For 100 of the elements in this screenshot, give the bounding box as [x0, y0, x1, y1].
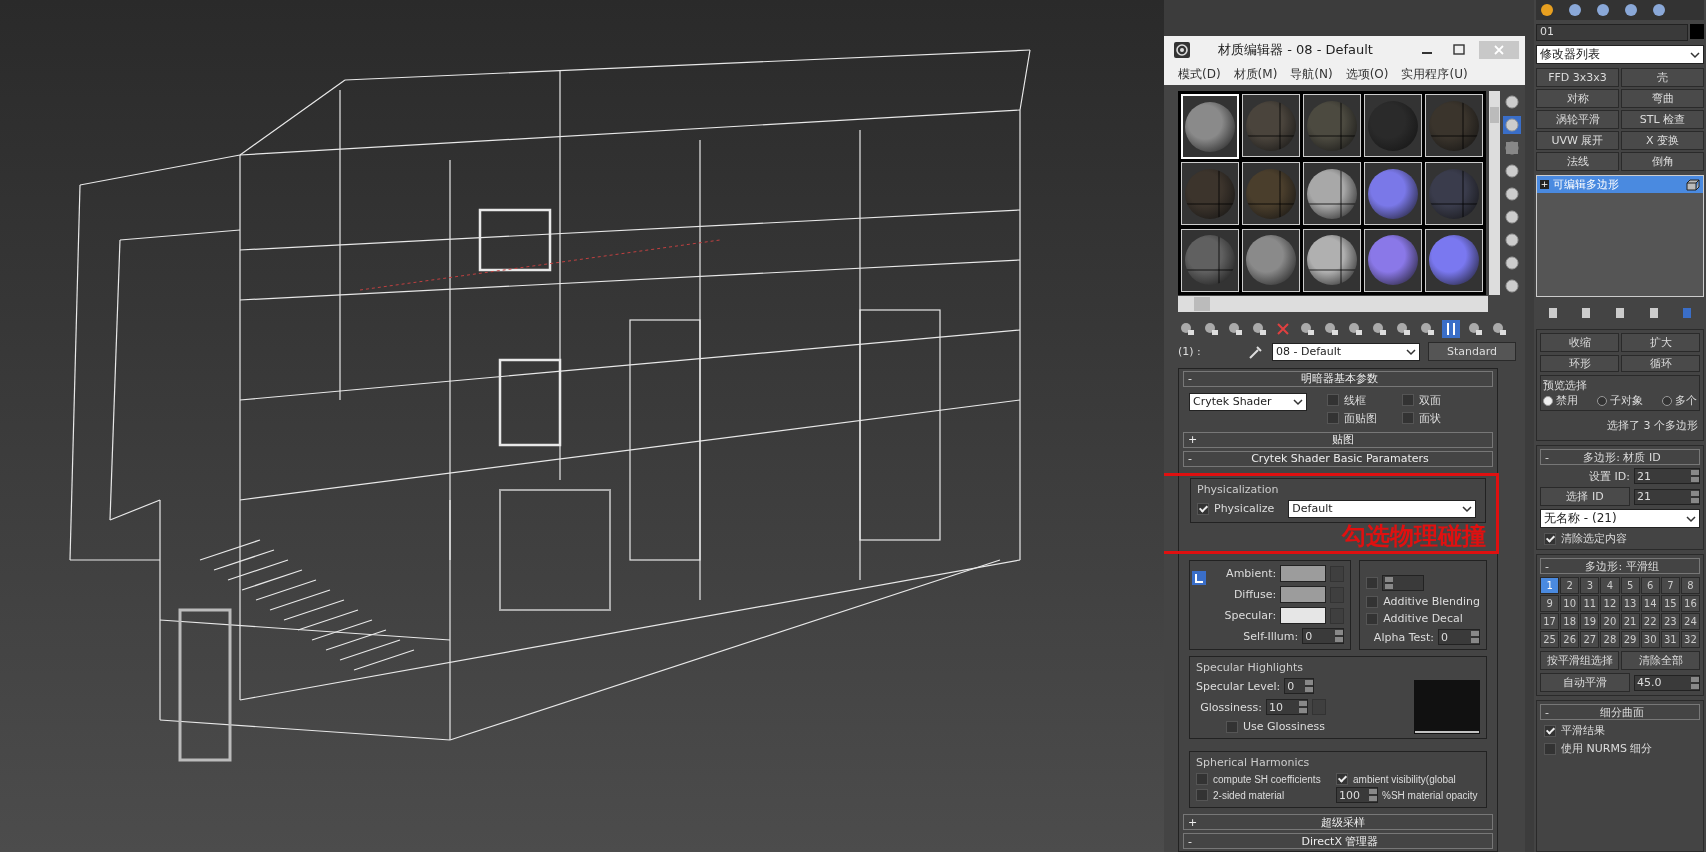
modifier-button[interactable]: 壳 [1621, 68, 1704, 87]
sample-tool-icon[interactable] [1503, 185, 1521, 203]
material-sample-slot[interactable] [1364, 162, 1422, 226]
color-swatch[interactable] [1280, 586, 1327, 603]
sample-tool-icon[interactable] [1503, 208, 1521, 226]
rollout-header[interactable]: - Crytek Shader Basic Paramaters [1183, 450, 1493, 467]
modifier-button[interactable]: 弯曲 [1621, 89, 1704, 108]
selection-button[interactable]: 环形 [1540, 355, 1619, 372]
material-type-button[interactable]: Standard [1428, 342, 1516, 362]
material-tool-icon[interactable] [1322, 320, 1340, 338]
material-tool-icon[interactable] [1346, 320, 1364, 338]
menu-item[interactable]: 实用程序(U) [1401, 65, 1468, 83]
object-name-field[interactable]: 01 [1536, 24, 1688, 41]
sample-tool-icon[interactable] [1503, 93, 1521, 111]
smoothing-group-button[interactable]: 5 [1620, 577, 1640, 594]
material-tool-icon[interactable] [1202, 320, 1220, 338]
modifier-button[interactable]: 法线 [1536, 152, 1619, 171]
selection-button[interactable]: 扩大 [1621, 333, 1700, 352]
sample-tool-icon[interactable] [1503, 231, 1521, 249]
modifier-button[interactable]: STL 检查 [1621, 110, 1704, 129]
sample-tool-icon[interactable] [1503, 139, 1521, 157]
smoothing-group-button[interactable]: 30 [1640, 631, 1660, 648]
modifier-button[interactable]: 倒角 [1621, 152, 1704, 171]
smoothing-group-button[interactable]: 12 [1600, 595, 1620, 612]
smoothing-group-button[interactable]: 26 [1560, 631, 1580, 648]
material-tool-icon[interactable] [1466, 320, 1484, 338]
material-sample-slot[interactable] [1364, 228, 1422, 292]
rollout-header[interactable]: - 多边形: 材质 ID [1540, 449, 1700, 465]
smoothing-group-button[interactable]: 14 [1640, 595, 1660, 612]
sample-tool-icon[interactable] [1503, 254, 1521, 272]
material-sample-slot[interactable] [1242, 162, 1300, 226]
material-sample-slot[interactable] [1181, 162, 1239, 226]
checkbox-option[interactable]: Additive Blending [1366, 595, 1480, 608]
sample-tool-icon[interactable] [1503, 277, 1521, 295]
smoothing-group-button[interactable]: 13 [1620, 595, 1640, 612]
menu-item[interactable]: 导航(N) [1290, 65, 1333, 83]
smoothing-group-button[interactable]: 16 [1680, 595, 1700, 612]
material-sample-slot[interactable] [1364, 94, 1422, 157]
smoothing-group-button[interactable]: 23 [1660, 613, 1680, 630]
smoothing-group-button[interactable]: 9 [1540, 595, 1560, 612]
modifier-button[interactable]: UVW 展开 [1536, 131, 1619, 150]
menu-item[interactable]: 材质(M) [1233, 65, 1278, 83]
sample-tool-icon[interactable] [1503, 162, 1521, 180]
maximize-icon[interactable] [1453, 43, 1465, 56]
sample-tool-icon[interactable] [1503, 116, 1521, 134]
smoothing-group-button[interactable]: 28 [1600, 631, 1620, 648]
material-tool-icon[interactable] [1298, 320, 1316, 338]
smoothing-group-button[interactable]: 32 [1680, 631, 1700, 648]
eyedropper-icon[interactable] [1248, 343, 1264, 360]
color-swatch[interactable] [1280, 607, 1327, 624]
material-tool-icon[interactable] [1442, 320, 1460, 338]
sh-opacity-spinner[interactable]: 100 [1336, 787, 1378, 803]
lock-icon[interactable] [1192, 571, 1206, 585]
selection-button[interactable]: 收缩 [1540, 333, 1619, 352]
material-sample-slot[interactable] [1303, 162, 1361, 226]
checkbox-option[interactable]: 使用 NURMS 细分 [1540, 741, 1700, 756]
material-tool-icon[interactable] [1250, 320, 1268, 338]
smoothing-group-button[interactable]: 20 [1600, 613, 1620, 630]
opacity-spinner[interactable] [1382, 575, 1425, 591]
clear-selection-checkbox[interactable]: 清除选定内容 [1540, 531, 1700, 546]
modifier-list-dropdown[interactable]: 修改器列表 [1536, 45, 1704, 64]
modifier-button[interactable]: X 变换 [1621, 131, 1704, 150]
caret-icon[interactable] [1462, 504, 1473, 513]
smoothing-group-button[interactable]: 24 [1680, 613, 1700, 630]
smoothing-group-button[interactable]: 18 [1560, 613, 1580, 630]
smoothing-group-button[interactable]: 11 [1580, 595, 1600, 612]
selection-button[interactable]: 循环 [1621, 355, 1700, 372]
self-illum-spinner[interactable]: 0 [1302, 628, 1345, 644]
material-sample-slot[interactable] [1303, 94, 1361, 157]
auto-smooth-button[interactable]: 自动平滑 [1540, 673, 1630, 692]
use-glossiness-checkbox[interactable]: Use Glossiness [1196, 720, 1326, 733]
select-id-button[interactable]: 选择 ID [1540, 487, 1630, 506]
material-sample-slot[interactable] [1181, 228, 1239, 292]
caret-icon[interactable] [1686, 514, 1696, 523]
caret-icon[interactable] [1406, 347, 1416, 356]
set-id-spinner[interactable]: 21 [1634, 468, 1700, 484]
physicalize-checkbox[interactable]: Physicalize [1197, 502, 1275, 516]
checkbox-option[interactable]: ambient visibility(global [1336, 773, 1480, 785]
physicalize-dropdown[interactable]: Default [1288, 499, 1477, 518]
select-id-spinner[interactable]: 21 [1634, 488, 1700, 505]
rollout-header[interactable]: - 细分曲面 [1540, 704, 1700, 720]
smoothing-button[interactable]: 清除全部 [1621, 651, 1700, 670]
smoothing-group-button[interactable]: 2 [1560, 577, 1580, 594]
rollout-header[interactable]: - 多边形: 平滑组 [1540, 558, 1700, 574]
smoothing-group-button[interactable]: 19 [1580, 613, 1600, 630]
material-name-dropdown[interactable]: 08 - Default [1272, 342, 1420, 361]
smoothing-group-button[interactable]: 17 [1540, 613, 1560, 630]
shader-dropdown[interactable]: Crytek Shader [1189, 392, 1307, 411]
material-tool-icon[interactable] [1226, 320, 1244, 338]
smoothing-group-button[interactable]: 10 [1560, 595, 1580, 612]
checkbox-option[interactable]: 线框 [1327, 392, 1399, 408]
material-sample-slot[interactable] [1425, 94, 1483, 157]
material-sample-slot[interactable] [1425, 162, 1483, 226]
caret-icon[interactable] [1690, 50, 1700, 59]
material-sample-slot[interactable] [1242, 228, 1300, 292]
material-sample-slot[interactable] [1425, 228, 1483, 292]
checkbox-option[interactable]: 平滑结果 [1540, 723, 1700, 738]
auto-smooth-spinner[interactable]: 45.0 [1634, 674, 1700, 691]
rollout-header[interactable]: + 超级采样 [1183, 814, 1493, 830]
smoothing-group-button[interactable]: 4 [1600, 577, 1620, 594]
